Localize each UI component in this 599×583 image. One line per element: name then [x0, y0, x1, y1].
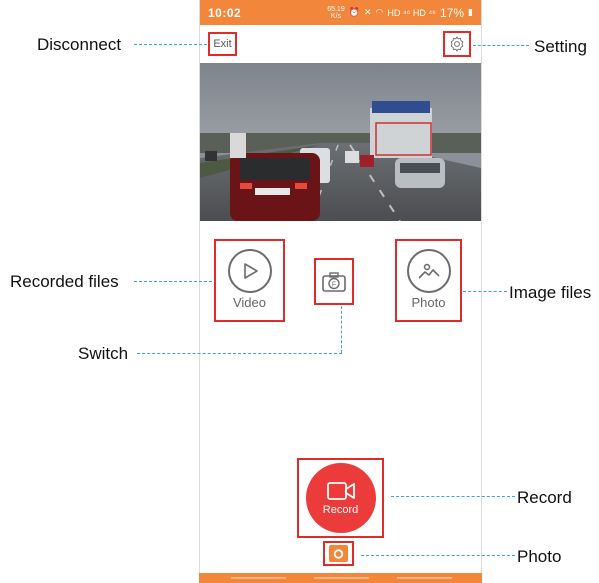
leader-photo: [361, 555, 515, 556]
nav-segment: [231, 577, 286, 579]
leader-disconnect: [134, 44, 207, 45]
road-scene-image: [200, 63, 481, 221]
leader-switch-v: [341, 306, 342, 353]
record-circle: Record: [305, 463, 376, 533]
signal-text: HD ⁴⁶ HD ⁴⁶: [387, 7, 437, 18]
status-bar: 10:02 65.19 K/s ⏰ ✕ ◠ HD ⁴⁶ HD ⁴⁶ 17% ▮: [200, 0, 481, 25]
bottom-nav-bar: [199, 573, 482, 583]
annotation-photo: Photo: [517, 547, 562, 566]
top-bar: Exit: [200, 25, 481, 63]
svg-text:F: F: [332, 281, 336, 288]
speed-readout: 65.19 K/s: [327, 5, 345, 20]
annotation-image-files: Image files: [509, 283, 592, 302]
leader-setting: [473, 45, 529, 46]
annotation-setting: Setting: [534, 37, 587, 56]
nav-segment: [397, 577, 452, 579]
video-camera-icon: [326, 481, 355, 500]
leader-record: [391, 496, 515, 497]
record-label: Record: [322, 503, 359, 516]
photo-label: Photo: [411, 295, 446, 310]
mute-icon: ✕: [363, 7, 372, 17]
status-icons: 65.19 K/s ⏰ ✕ ◠ HD ⁴⁶ HD ⁴⁶ 17% ▮: [327, 6, 473, 20]
photo-files-button[interactable]: Photo: [395, 239, 462, 322]
annotation-disconnect: Disconnect: [37, 35, 122, 54]
video-files-button[interactable]: Video: [214, 239, 285, 322]
settings-button[interactable]: [443, 31, 471, 57]
status-time: 10:02: [208, 5, 242, 20]
camera-preview: [200, 63, 481, 221]
image-icon: [417, 263, 440, 279]
battery-text: 17%: [440, 5, 465, 20]
nav-segment: [314, 577, 369, 579]
annotation-record: Record: [517, 488, 572, 507]
exit-button[interactable]: Exit: [208, 32, 237, 56]
camera-icon: [329, 545, 348, 562]
record-button[interactable]: Record: [297, 458, 384, 538]
leader-image-files: [463, 291, 507, 292]
switch-camera-button[interactable]: F: [314, 258, 354, 305]
photo-circle: [406, 249, 451, 293]
take-photo-button[interactable]: [323, 541, 354, 566]
annotation-switch: Switch: [78, 344, 129, 363]
annotation-recorded-files: Recorded files: [10, 272, 119, 291]
video-label: Video: [232, 295, 266, 310]
wifi-icon: ◠: [375, 7, 384, 17]
alarm-icon: ⏰: [348, 7, 360, 17]
video-circle: [227, 249, 272, 293]
settings-gear-icon: [450, 36, 464, 52]
leader-recorded-files: [134, 281, 212, 282]
battery-icon: ▮: [468, 7, 473, 17]
leader-switch-h: [137, 353, 342, 354]
camera-switch-icon: F: [322, 271, 346, 292]
play-icon: [243, 263, 258, 279]
